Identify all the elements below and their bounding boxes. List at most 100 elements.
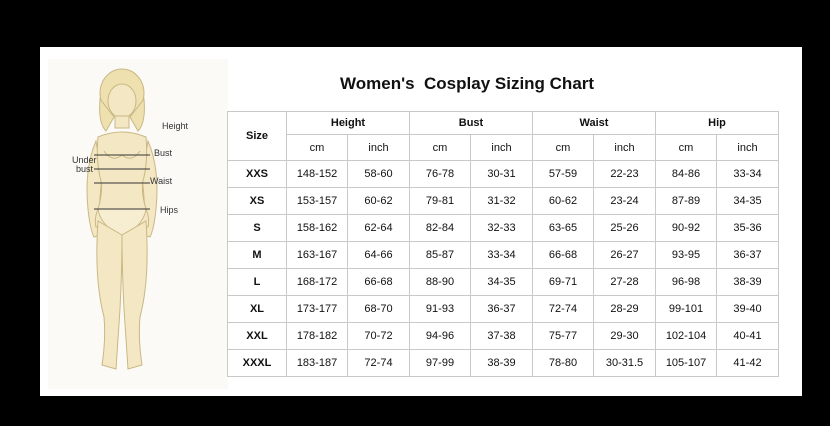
value-cell: 85-87 [409,241,471,269]
value-cell: 78-80 [532,349,594,377]
value-cell: 84-86 [655,160,717,188]
value-cell: 34-35 [716,187,779,215]
value-cell: 34-35 [470,268,533,296]
value-cell: 30-31 [470,160,533,188]
size-cell: XL [227,295,287,323]
size-table: Size Height Bust Waist Hip cm inch cm in… [227,111,779,377]
woman-silhouette-illustration [86,68,158,370]
under-bust-label-2: bust [76,164,94,174]
unit-header: cm [286,134,348,161]
waist-label: Waist [150,176,173,186]
size-cell: XXL [227,322,287,350]
chart-title: Women's Cosplay Sizing Chart [340,74,595,93]
hips-label: Hips [160,205,179,215]
value-cell: 35-36 [716,214,779,242]
value-cell: 64-66 [347,241,410,269]
value-cell: 93-95 [655,241,717,269]
value-cell: 25-26 [593,214,656,242]
value-cell: 22-23 [593,160,656,188]
value-cell: 168-172 [286,268,348,296]
value-cell: 60-62 [347,187,410,215]
unit-header: inch [470,134,533,161]
value-cell: 68-70 [347,295,410,323]
unit-header: inch [347,134,410,161]
size-cell: XXS [227,160,287,188]
table-row: S 158-162 62-64 82-84 32-33 63-65 25-26 90-92 35… [227,214,779,242]
size-cell: L [227,268,287,296]
value-cell: 99-101 [655,295,717,323]
value-cell: 96-98 [655,268,717,296]
size-cell: S [227,214,287,242]
height-label: Height [162,121,189,131]
value-cell: 173-177 [286,295,348,323]
size-cell: XS [227,187,287,215]
value-cell: 29-30 [593,322,656,350]
group-header: Waist [532,111,656,135]
value-cell: 183-187 [286,349,348,377]
value-cell: 33-34 [470,241,533,269]
value-cell: 33-34 [716,160,779,188]
value-cell: 66-68 [532,241,594,269]
unit-header-row: cm inch cm inch cm inch cm inch [228,134,779,161]
value-cell: 75-77 [532,322,594,350]
value-cell: 90-92 [655,214,717,242]
unit-header: cm [409,134,471,161]
table-row: M 163-167 64-66 85-87 33-34 66-68 26-27 93-95 36… [227,241,779,269]
value-cell: 153-157 [286,187,348,215]
value-cell: 82-84 [409,214,471,242]
size-chart-panel: Height Bust Under bust Waist Hips Women'… [40,47,802,396]
table-row: XS 153-157 60-62 79-81 31-32 60-62 23-24 87-89 3… [227,187,779,215]
body-measurement-figure: Height Bust Under bust Waist Hips [48,59,228,389]
table-row: XXXL 183-187 72-74 97-99 38-39 78-80 30-31.5 10… [227,349,779,377]
value-cell: 178-182 [286,322,348,350]
value-cell: 37-38 [470,322,533,350]
size-cell: XXXL [227,349,287,377]
value-cell: 36-37 [470,295,533,323]
value-cell: 72-74 [347,349,410,377]
value-cell: 70-72 [347,322,410,350]
table-body: XXS 148-152 58-60 76-78 30-31 57-59 22-23 84-86… [227,160,779,377]
value-cell: 36-37 [716,241,779,269]
size-header: Size [227,111,287,161]
group-header: Bust [409,111,533,135]
value-cell: 57-59 [532,160,594,188]
value-cell: 39-40 [716,295,779,323]
value-cell: 102-104 [655,322,717,350]
value-cell: 60-62 [532,187,594,215]
unit-header: inch [593,134,656,161]
value-cell: 26-27 [593,241,656,269]
value-cell: 58-60 [347,160,410,188]
size-cell: M [227,241,287,269]
value-cell: 76-78 [409,160,471,188]
table-row: XL 173-177 68-70 91-93 36-37 72-74 28-29 99-101… [227,295,779,323]
group-header-row: Size Height Bust Waist Hip [227,111,779,161]
value-cell: 66-68 [347,268,410,296]
table-row: L 168-172 66-68 88-90 34-35 69-71 27-28 96-98 38… [227,268,779,296]
value-cell: 38-39 [470,349,533,377]
value-cell: 87-89 [655,187,717,215]
value-cell: 79-81 [409,187,471,215]
unit-header: cm [532,134,594,161]
value-cell: 158-162 [286,214,348,242]
value-cell: 27-28 [593,268,656,296]
table-row: XXS 148-152 58-60 76-78 30-31 57-59 22-23 84-86… [227,160,779,188]
value-cell: 88-90 [409,268,471,296]
value-cell: 72-74 [532,295,594,323]
table-row: XXL 178-182 70-72 94-96 37-38 75-77 29-30 102-1… [227,322,779,350]
value-cell: 97-99 [409,349,471,377]
unit-header: inch [716,134,779,161]
value-cell: 32-33 [470,214,533,242]
value-cell: 30-31.5 [593,349,656,377]
value-cell: 105-107 [655,349,717,377]
value-cell: 163-167 [286,241,348,269]
value-cell: 63-65 [532,214,594,242]
value-cell: 38-39 [716,268,779,296]
value-cell: 148-152 [286,160,348,188]
value-cell: 31-32 [470,187,533,215]
value-cell: 69-71 [532,268,594,296]
value-cell: 40-41 [716,322,779,350]
bust-label: Bust [154,148,173,158]
group-header: Hip [655,111,779,135]
value-cell: 41-42 [716,349,779,377]
value-cell: 62-64 [347,214,410,242]
